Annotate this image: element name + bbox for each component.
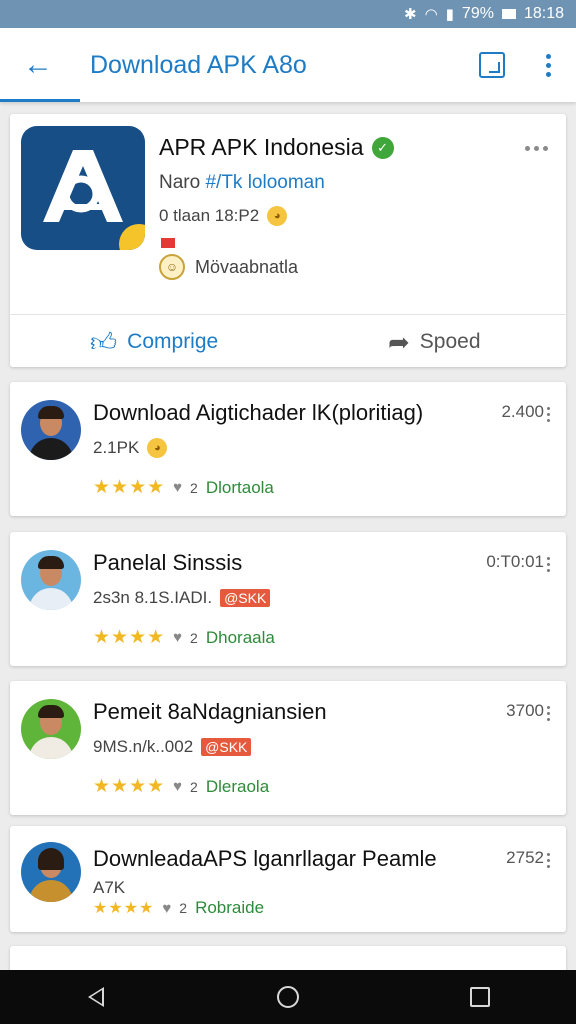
arrow-left-icon: ← bbox=[23, 48, 53, 81]
download-count: 2752 bbox=[506, 848, 544, 867]
list-item[interactable]: Pemeit 8aNdagniansien 9MS.n/k..002 @SKK … bbox=[10, 681, 566, 815]
item-more-icon[interactable] bbox=[547, 407, 550, 422]
list-item[interactable]: Download Aigtichader lK(ploritiag) 2.1PK… bbox=[10, 382, 566, 516]
item-subtitle: 2.1PK ◕ bbox=[93, 438, 168, 458]
item-category: Dhoraala bbox=[205, 627, 275, 647]
download-count: 0:T0:01 bbox=[486, 552, 544, 571]
item-sub-text: 2.1PK bbox=[93, 438, 140, 457]
share-arrow-icon: ➦ bbox=[388, 326, 410, 357]
item-subtitle: 9MS.n/k..002 @SKK bbox=[93, 737, 252, 757]
battery-percent: 79% bbox=[461, 5, 494, 22]
more-horizontal-icon[interactable] bbox=[525, 146, 548, 151]
nav-back-button[interactable] bbox=[66, 970, 126, 1024]
flag-icon bbox=[161, 238, 175, 248]
app-logo-icon bbox=[21, 126, 145, 250]
item-more-icon[interactable] bbox=[547, 557, 550, 572]
open-external-icon bbox=[479, 52, 505, 78]
rating-stars: ★★★★ bbox=[93, 477, 166, 498]
item-title: DownleadaAPS lganrllagar Peamle bbox=[93, 846, 437, 871]
heart-icon: ♥ bbox=[162, 899, 172, 917]
item-title: Panelal Sinssis bbox=[93, 550, 243, 575]
rating-stars: ★★★★ bbox=[93, 900, 155, 917]
review-count: 2 bbox=[190, 479, 198, 496]
overflow-menu-button[interactable] bbox=[520, 28, 576, 102]
more-vertical-icon bbox=[545, 53, 551, 77]
item-sub-text: 2s3n 8.1S.IADI. bbox=[93, 588, 213, 607]
avatar bbox=[21, 550, 81, 610]
developer-line: Naro #/Tk lolooman bbox=[159, 172, 325, 194]
review-count: 2 bbox=[190, 629, 198, 646]
item-rating: ★★★★ ♥ 2 Dlortaola bbox=[93, 476, 274, 499]
heart-icon: ♥ bbox=[173, 479, 183, 496]
review-count: 2 bbox=[179, 900, 188, 916]
item-rating: ★★★★ ♥ 2 Dleraola bbox=[93, 775, 269, 798]
review-count: 2 bbox=[190, 778, 198, 795]
item-rating: ★★★★ ♥ 2 Dhoraala bbox=[93, 626, 275, 649]
back-button[interactable]: ← bbox=[0, 28, 76, 102]
app-meta-text: 0 tlaan 18:P2 bbox=[159, 206, 260, 225]
download-count: 2.400 bbox=[501, 402, 544, 421]
download-count: 3700 bbox=[506, 701, 544, 720]
item-subtitle: 2s3n 8.1S.IADI. @SKK bbox=[93, 588, 271, 608]
app-detail-card: APR APK Indonesia ✓ Naro #/Tk lolooman 0… bbox=[10, 114, 566, 367]
developer-prefix: Naro bbox=[159, 172, 201, 193]
item-rating: ★★★★ ♥ 2 Robraide bbox=[93, 898, 264, 918]
nav-recents-button[interactable] bbox=[450, 970, 510, 1024]
item-category: Dlortaola bbox=[205, 477, 274, 497]
wifi-icon: ◠ bbox=[424, 6, 438, 23]
developer-link[interactable]: #/Tk lolooman bbox=[205, 172, 324, 193]
system-nav-bar bbox=[0, 970, 576, 1024]
item-more-icon[interactable] bbox=[547, 853, 550, 868]
item-title: Pemeit 8aNdagniansien bbox=[93, 699, 327, 724]
rating-stars: ★★★★ bbox=[93, 627, 166, 648]
heart-icon: ♥ bbox=[173, 778, 183, 795]
home-circle-icon bbox=[277, 986, 299, 1008]
clock: 18:18 bbox=[523, 5, 564, 22]
item-title: Download Aigtichader lK(ploritiag) bbox=[93, 400, 424, 425]
status-bar: ✱ ◠ ▮ 79% 18:18 bbox=[0, 0, 576, 28]
emoji-icon: ◕ bbox=[267, 206, 288, 226]
app-name: APR APK Indonesia bbox=[159, 134, 364, 160]
avatar bbox=[21, 699, 81, 759]
list-item[interactable]: Panelal Sinssis 2s3n 8.1S.IADI. @SKK ★★★… bbox=[10, 532, 566, 666]
app-meta: 0 tlaan 18:P2 ◕ bbox=[159, 206, 288, 226]
back-triangle-icon bbox=[88, 987, 104, 1007]
avatar bbox=[21, 400, 81, 460]
rating-stars: ★★★★ bbox=[93, 776, 166, 797]
share-label: Spoed bbox=[419, 330, 481, 353]
item-subtitle: A7K bbox=[93, 878, 125, 898]
app-bar: ← Download APK A8o bbox=[0, 28, 576, 102]
app-category-label: Mövaabnatla bbox=[195, 256, 299, 277]
page-title: Download APK A8o bbox=[90, 50, 307, 79]
item-category: Dleraola bbox=[205, 776, 270, 796]
item-sub-text: A7K bbox=[93, 878, 126, 897]
recents-square-icon bbox=[470, 987, 490, 1007]
divider bbox=[10, 314, 566, 315]
avatar bbox=[21, 842, 81, 902]
thumbs-up-icon: 👍︎ bbox=[90, 326, 118, 357]
compare-label: Comprige bbox=[127, 330, 219, 353]
item-tag: @SKK bbox=[220, 589, 271, 607]
item-sub-text: 9MS.n/k..002 bbox=[93, 737, 194, 756]
category-icon: ☺ bbox=[159, 254, 185, 280]
verified-badge-icon: ✓ bbox=[371, 136, 394, 159]
bluetooth-icon: ✱ bbox=[403, 6, 417, 23]
active-tab-indicator bbox=[0, 99, 80, 102]
open-external-button[interactable] bbox=[464, 28, 520, 102]
app-category: ☺ Mövaabnatla bbox=[159, 254, 298, 280]
item-more-icon[interactable] bbox=[547, 706, 550, 721]
list-item[interactable]: DownleadaAPS lganrllagar Peamle A7K ★★★★… bbox=[10, 826, 566, 932]
battery-icon bbox=[501, 9, 516, 19]
heart-icon: ♥ bbox=[173, 629, 183, 646]
share-button[interactable]: ➦ Spoed bbox=[388, 322, 481, 362]
app-title: APR APK Indonesia ✓ bbox=[159, 134, 394, 161]
emoji-icon: ◕ bbox=[147, 438, 168, 458]
signal-icon: ▮ bbox=[445, 6, 454, 23]
item-tag: @SKK bbox=[201, 738, 252, 756]
nav-home-button[interactable] bbox=[258, 970, 318, 1024]
item-category: Robraide bbox=[195, 898, 265, 917]
compare-button[interactable]: 👍︎ Comprige bbox=[90, 322, 218, 362]
